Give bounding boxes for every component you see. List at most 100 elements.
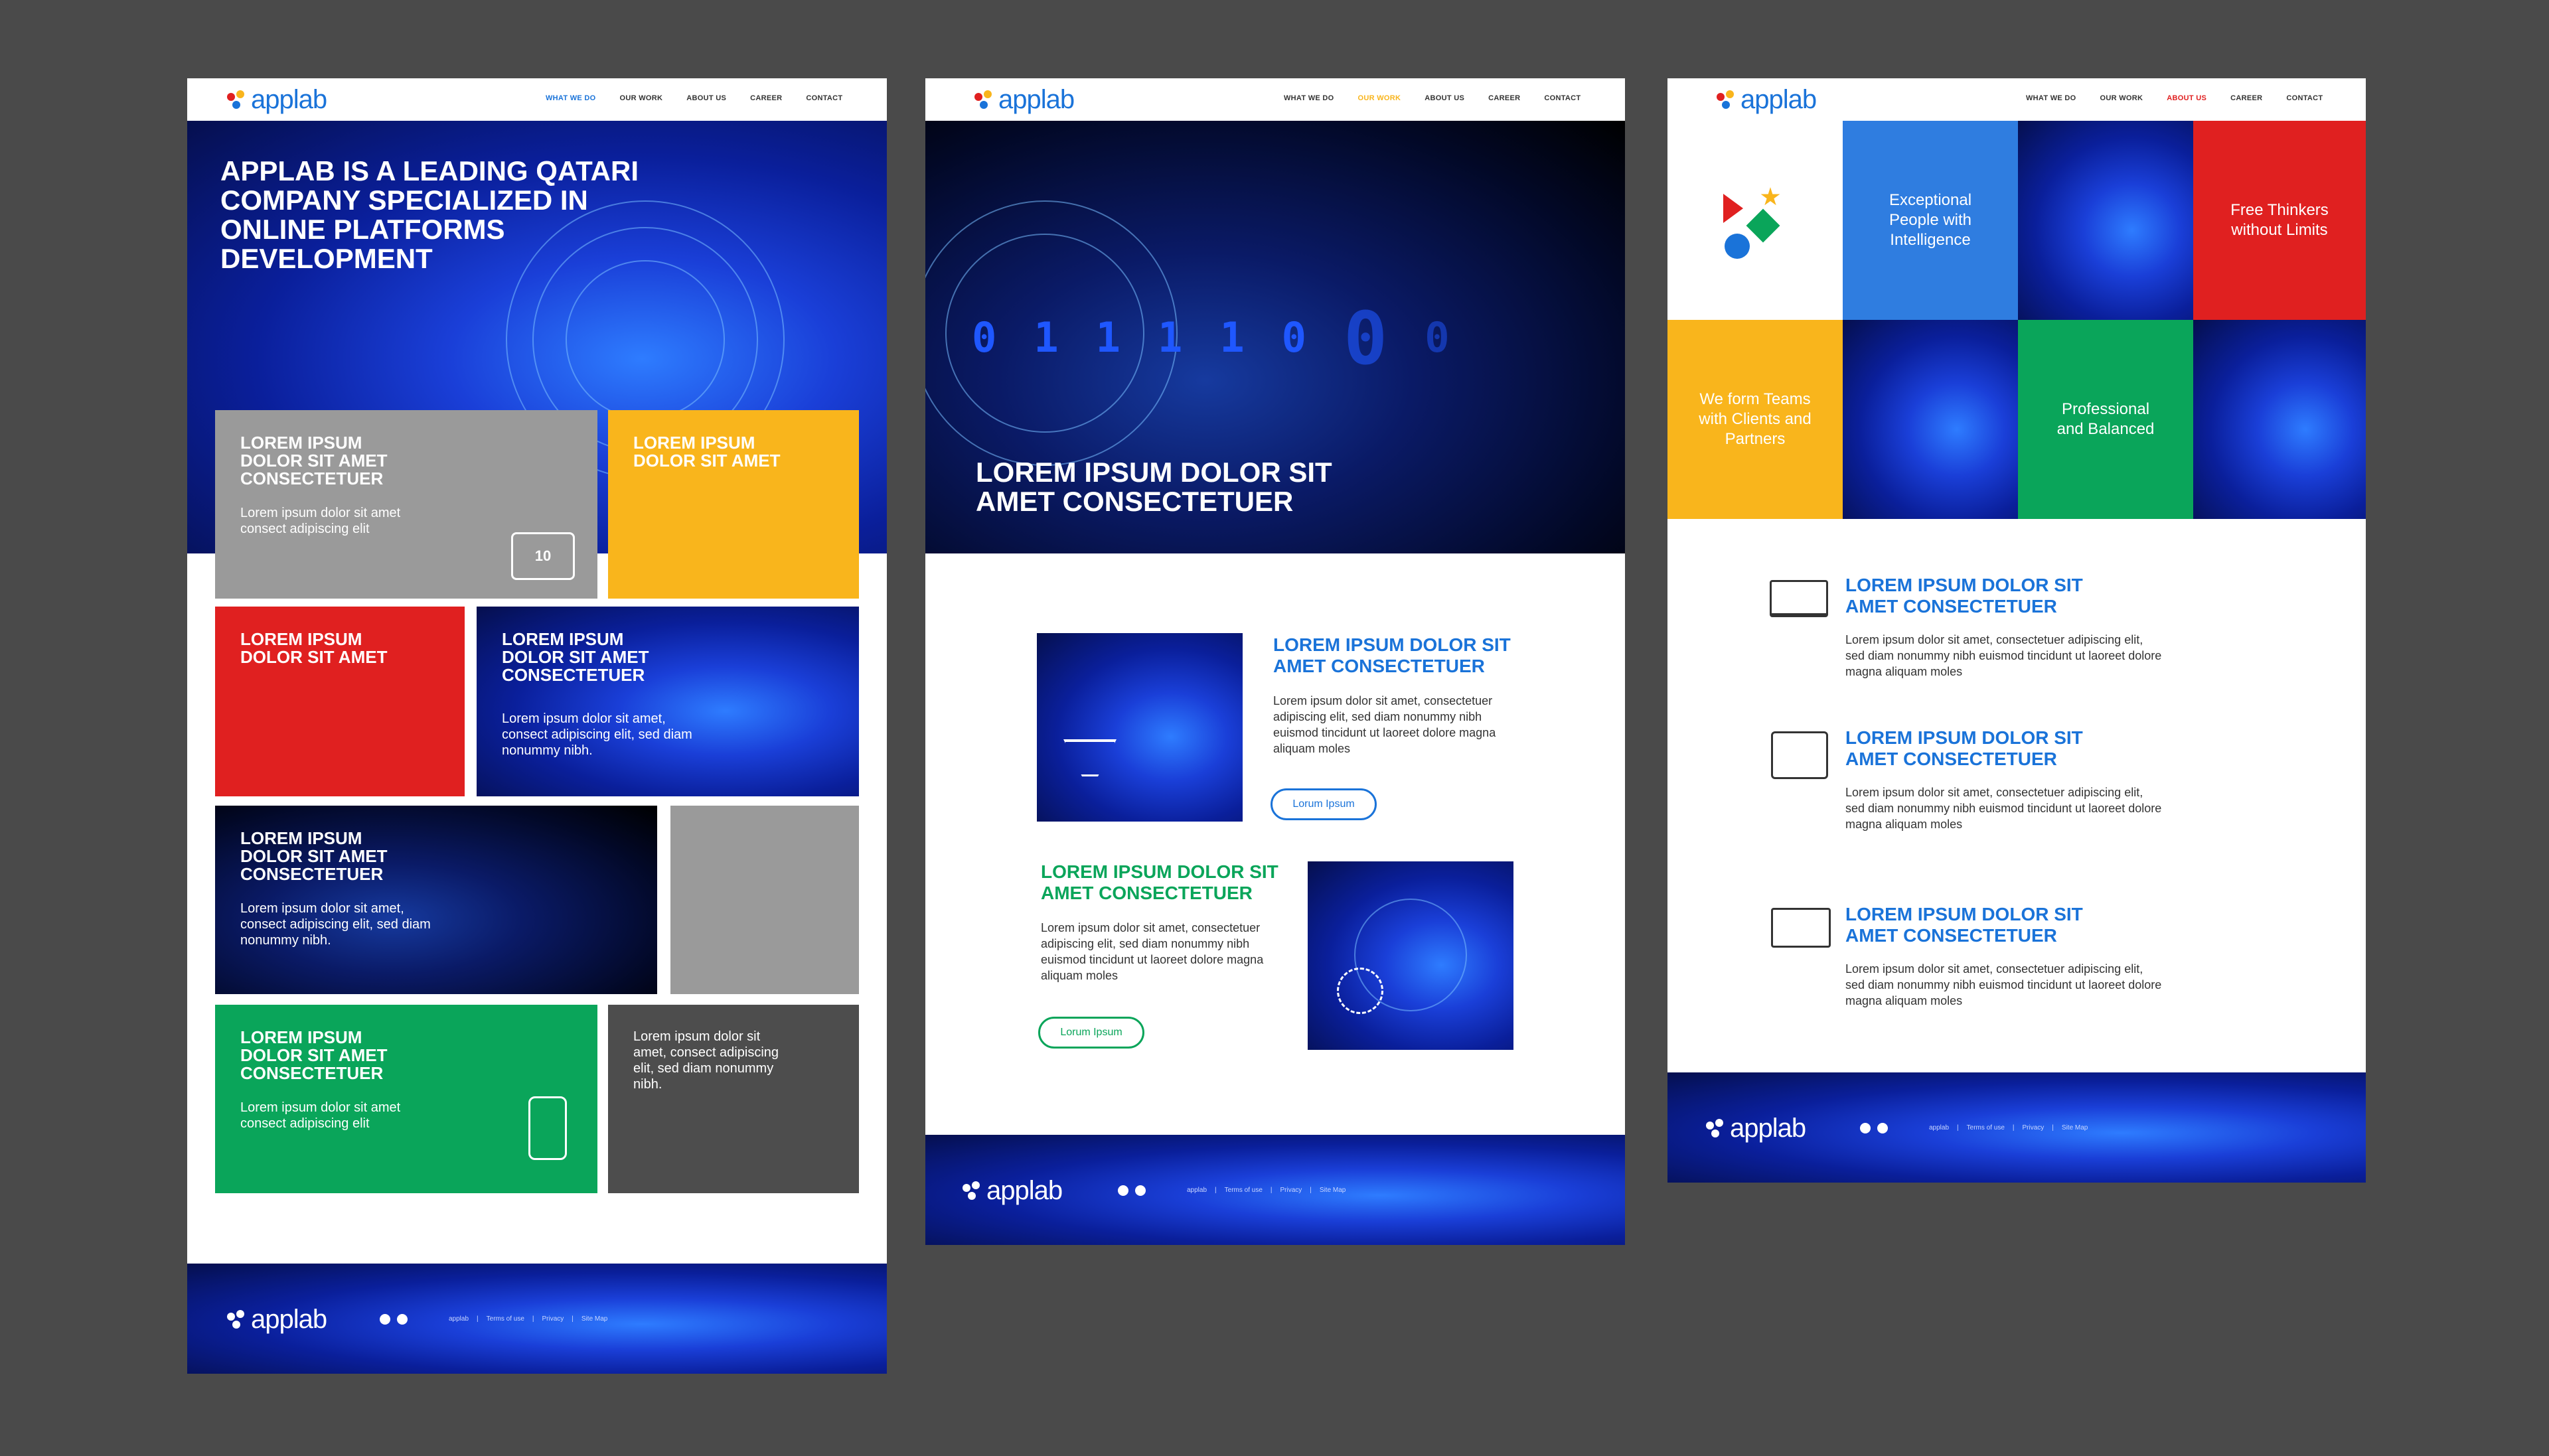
facebook-icon[interactable] bbox=[380, 1314, 390, 1325]
logo-mark-icon bbox=[227, 90, 247, 110]
footer-link[interactable]: Site Map bbox=[581, 1315, 607, 1323]
instagram-icon[interactable] bbox=[397, 1314, 408, 1325]
tile-blue-dots[interactable]: LOREM IPSUM DOLOR SIT AMET CONSECTETUER … bbox=[477, 607, 859, 796]
feature-row: LOREM IPSUM DOLOR SIT AMET CONSECTETUER … bbox=[1767, 904, 2232, 1037]
instagram-icon[interactable] bbox=[1135, 1185, 1146, 1196]
feature-title: LOREM IPSUM DOLOR SIT AMET CONSECTETUER bbox=[1845, 575, 2083, 617]
header: applab WHAT WE DO OUR WORK ABOUT US CARE… bbox=[925, 78, 1625, 121]
tile-yellow[interactable]: LOREM IPSUM DOLOR SIT AMET bbox=[608, 410, 859, 599]
laptop-settings-icon bbox=[1770, 580, 1828, 617]
image-tile bbox=[2018, 121, 2193, 320]
social-links bbox=[1860, 1123, 1888, 1133]
tile-title: LOREM IPSUM DOLOR SIT AMET CONSECTETUER bbox=[240, 433, 388, 488]
lorum-ipsum-button[interactable]: Lorum Ipsum bbox=[1271, 788, 1377, 820]
tile-title: LOREM IPSUM DOLOR SIT AMET bbox=[240, 629, 388, 667]
process-gear-icon bbox=[1337, 968, 1383, 1014]
instagram-icon[interactable] bbox=[1877, 1123, 1888, 1133]
facebook-icon[interactable] bbox=[1860, 1123, 1871, 1133]
section-text: Lorem ipsum dolor sit amet, consectetuer… bbox=[1041, 921, 1264, 982]
device-sync-icon bbox=[1771, 731, 1828, 779]
value-tile-red: Free Thinkers without Limits bbox=[2193, 121, 2366, 320]
section-text: Lorem ipsum dolor sit amet, consectetuer… bbox=[1273, 694, 1496, 755]
tile-title: LOREM IPSUM DOLOR SIT AMET CONSECTETUER bbox=[240, 1027, 388, 1083]
feature-text: Lorem ipsum dolor sit amet, consectetuer… bbox=[1845, 633, 2162, 678]
tile-text: Lorem ipsum dolor sit amet, consect adip… bbox=[502, 711, 692, 758]
binary-code-icon: 10 bbox=[511, 532, 575, 580]
hero-title: LOREM IPSUM DOLOR SIT AMET CONSECTETUER bbox=[976, 457, 1332, 517]
social-links bbox=[1118, 1185, 1146, 1196]
footer-links: applab | Terms of use | Privacy | Site Map bbox=[1929, 1124, 2088, 1131]
footer-link[interactable]: Privacy bbox=[542, 1315, 564, 1323]
brand-name: applab bbox=[998, 85, 1075, 114]
footer-logo[interactable]: applab bbox=[1706, 1114, 1806, 1143]
feature-text: Lorem ipsum dolor sit amet, consectetuer… bbox=[1845, 786, 2162, 831]
nav-our-work[interactable]: OUR WORK bbox=[2100, 94, 2143, 102]
feature-text: Lorem ipsum dolor sit amet, consectetuer… bbox=[1845, 962, 2162, 1007]
footer-link[interactable]: Terms of use bbox=[487, 1315, 524, 1323]
hero-title: APPLAB IS A LEADING QATARI COMPANY SPECI… bbox=[220, 155, 639, 274]
logo[interactable]: applab bbox=[227, 85, 327, 115]
feature-row: LOREM IPSUM DOLOR SIT AMET CONSECTETUER … bbox=[1767, 727, 2232, 860]
main-nav: WHAT WE DO OUR WORK ABOUT US CAREER CONT… bbox=[2026, 94, 2323, 102]
nav-our-work[interactable]: OUR WORK bbox=[1358, 94, 1401, 102]
nav-contact[interactable]: CONTACT bbox=[1544, 94, 1581, 102]
nav-about-us[interactable]: ABOUT US bbox=[1425, 94, 1464, 102]
analytics-monitor-icon bbox=[1771, 908, 1831, 948]
nav-about-us[interactable]: ABOUT US bbox=[686, 94, 726, 102]
nav-contact[interactable]: CONTACT bbox=[2286, 94, 2323, 102]
footer-link[interactable]: applab bbox=[1187, 1187, 1207, 1194]
tile-text: Lorem ipsum dolor sit amet, consect adip… bbox=[633, 1029, 779, 1092]
feature-title: LOREM IPSUM DOLOR SIT AMET CONSECTETUER bbox=[1845, 727, 2083, 769]
footer-link[interactable]: Terms of use bbox=[1225, 1187, 1263, 1194]
brand-name: applab bbox=[986, 1176, 1063, 1205]
footer-link[interactable]: applab bbox=[1929, 1124, 1949, 1131]
footer-logo[interactable]: applab bbox=[227, 1305, 327, 1335]
nav-our-work[interactable]: OUR WORK bbox=[620, 94, 663, 102]
work-image-2 bbox=[1308, 861, 1513, 1050]
hero-banner: 01111000 LOREM IPSUM DOLOR SIT AMET CONS… bbox=[925, 121, 1625, 553]
mobile-settings-icon bbox=[528, 1096, 567, 1160]
page-about-us: applab WHAT WE DO OUR WORK ABOUT US CARE… bbox=[1667, 78, 2366, 1183]
tile-red[interactable]: LOREM IPSUM DOLOR SIT AMET bbox=[215, 607, 465, 796]
value-tile-green: Professional and Balanced bbox=[2018, 320, 2193, 519]
footer-link[interactable]: Site Map bbox=[1320, 1187, 1346, 1194]
logo-mark-icon bbox=[1706, 1118, 1726, 1139]
logo-mark-icon bbox=[963, 1181, 982, 1201]
footer-logo[interactable]: applab bbox=[963, 1176, 1063, 1206]
footer: applab applab | Terms of use | Privacy | Si… bbox=[187, 1264, 887, 1374]
nav-what-we-do[interactable]: WHAT WE DO bbox=[546, 94, 596, 102]
tile-green[interactable]: LOREM IPSUM DOLOR SIT AMET CONSECTETUER … bbox=[215, 1005, 597, 1193]
tile-binary-dark[interactable]: LOREM IPSUM DOLOR SIT AMET CONSECTETUER … bbox=[215, 806, 657, 994]
footer-link[interactable]: Privacy bbox=[2023, 1124, 2045, 1131]
nav-contact[interactable]: CONTACT bbox=[806, 94, 842, 102]
image-tile bbox=[1843, 320, 2018, 519]
nav-about-us[interactable]: ABOUT US bbox=[2167, 94, 2206, 102]
lorum-ipsum-button[interactable]: Lorum Ipsum bbox=[1038, 1017, 1144, 1049]
footer-link[interactable]: Privacy bbox=[1280, 1187, 1302, 1194]
logo-mark-icon bbox=[227, 1309, 247, 1330]
nav-what-we-do[interactable]: WHAT WE DO bbox=[2026, 94, 2076, 102]
filter-funnel-icon bbox=[1063, 739, 1117, 776]
nav-career[interactable]: CAREER bbox=[750, 94, 782, 102]
logo[interactable]: applab bbox=[1717, 85, 1817, 115]
nav-career[interactable]: CAREER bbox=[2230, 94, 2262, 102]
tile-grey-blank bbox=[670, 806, 859, 994]
header: applab WHAT WE DO OUR WORK ABOUT US CARE… bbox=[1667, 78, 2366, 121]
section-title: LOREM IPSUM DOLOR SIT AMET CONSECTETUER bbox=[1041, 861, 1278, 903]
tile-grey[interactable]: LOREM IPSUM DOLOR SIT AMET CONSECTETUER … bbox=[215, 410, 597, 599]
nav-career[interactable]: CAREER bbox=[1488, 94, 1520, 102]
footer-link[interactable]: Site Map bbox=[2062, 1124, 2088, 1131]
tile-darkgrey[interactable]: Lorem ipsum dolor sit amet, consect adip… bbox=[608, 1005, 859, 1193]
tile-text: Lorem ipsum dolor sit amet, consect adip… bbox=[240, 901, 431, 948]
facebook-icon[interactable] bbox=[1118, 1185, 1128, 1196]
nav-what-we-do[interactable]: WHAT WE DO bbox=[1284, 94, 1334, 102]
footer-link[interactable]: applab bbox=[449, 1315, 469, 1323]
main-nav: WHAT WE DO OUR WORK ABOUT US CAREER CONT… bbox=[546, 94, 842, 102]
tile-title: LOREM IPSUM DOLOR SIT AMET CONSECTETUER bbox=[502, 629, 649, 685]
brand-name: applab bbox=[251, 1305, 327, 1334]
brand-name: applab bbox=[1740, 85, 1817, 114]
page-our-work: applab WHAT WE DO OUR WORK ABOUT US CARE… bbox=[925, 78, 1625, 1245]
logo[interactable]: applab bbox=[974, 85, 1075, 115]
footer-link[interactable]: Terms of use bbox=[1967, 1124, 2005, 1131]
footer: applab applab | Terms of use | Privacy | Si… bbox=[1667, 1072, 2366, 1183]
